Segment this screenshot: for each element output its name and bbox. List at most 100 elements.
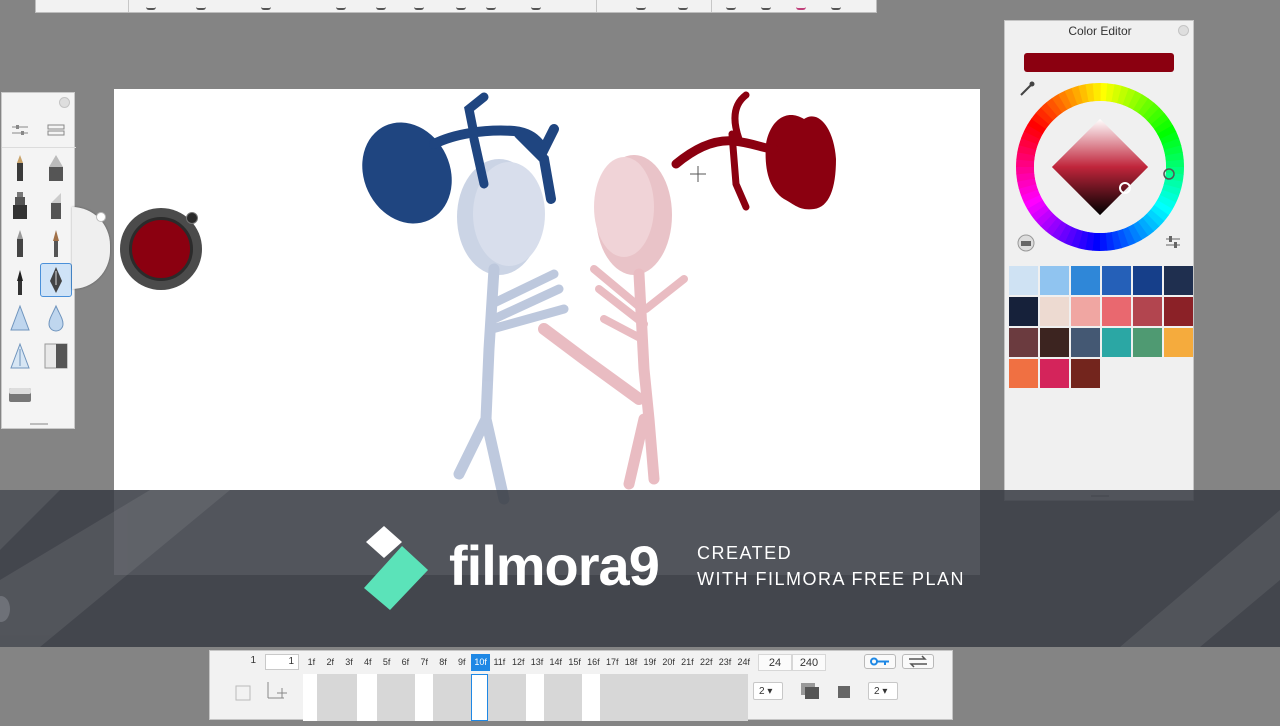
frame-cell[interactable] xyxy=(433,674,471,721)
frame-label[interactable]: 16f xyxy=(584,654,603,671)
color-swatch[interactable] xyxy=(1040,359,1069,388)
symmetry-tool-icon[interactable] xyxy=(486,0,496,10)
color-puck[interactable] xyxy=(120,208,202,290)
onion-skin-toggle[interactable] xyxy=(794,680,824,702)
smudge-icon[interactable] xyxy=(4,339,36,373)
palette-grip[interactable] xyxy=(30,423,48,425)
ellipse-tool-icon[interactable] xyxy=(456,0,466,10)
onion-after-select[interactable]: 2 ▾ xyxy=(868,682,898,700)
layers-icon[interactable] xyxy=(726,0,736,10)
color-editor-close-button[interactable] xyxy=(1178,25,1189,36)
color-swatch[interactable] xyxy=(1102,297,1131,326)
loop-button[interactable] xyxy=(902,654,934,669)
fill-tool-icon[interactable] xyxy=(336,0,346,10)
color-swatch[interactable] xyxy=(1133,328,1162,357)
frame-label[interactable]: 18f xyxy=(622,654,641,671)
pencil-icon[interactable] xyxy=(4,151,36,185)
color-sliders-icon[interactable] xyxy=(1165,234,1181,255)
brush-settings-icon[interactable] xyxy=(4,113,36,147)
color-swatch[interactable] xyxy=(1040,297,1069,326)
ballpoint-pen-icon[interactable] xyxy=(4,227,36,261)
copic-icon[interactable] xyxy=(831,0,841,10)
onion-color-icon[interactable] xyxy=(834,682,854,700)
eraser-icon[interactable] xyxy=(4,377,36,411)
frame-label[interactable]: 17f xyxy=(603,654,622,671)
frame-cell[interactable] xyxy=(317,674,357,721)
frame-cell[interactable] xyxy=(415,674,433,721)
keyframe-button[interactable] xyxy=(864,654,896,669)
frame-label[interactable]: 5f xyxy=(377,654,396,671)
frame-cell[interactable] xyxy=(377,674,415,721)
palette-close-button[interactable] xyxy=(59,97,70,108)
frame-label[interactable]: 4f xyxy=(358,654,377,671)
frame-label[interactable]: 1f xyxy=(302,654,321,671)
crop-tool-icon[interactable] xyxy=(261,0,271,10)
frame-cell[interactable] xyxy=(600,674,748,721)
color-wheel[interactable] xyxy=(1016,83,1184,251)
color-wheel-icon[interactable] xyxy=(796,0,806,10)
perspective-tool-icon[interactable] xyxy=(531,0,541,10)
color-swatch[interactable] xyxy=(1133,297,1162,326)
frame-label[interactable]: 15f xyxy=(565,654,584,671)
color-swatch[interactable] xyxy=(1071,266,1100,295)
color-swatch[interactable] xyxy=(1164,328,1193,357)
frame-label[interactable]: 3f xyxy=(340,654,359,671)
lasso-tool-icon[interactable] xyxy=(196,0,206,10)
fine-brush-icon[interactable] xyxy=(4,265,36,299)
fps-field[interactable]: 24 xyxy=(758,654,792,671)
color-swatch[interactable] xyxy=(1009,297,1038,326)
color-swatch[interactable] xyxy=(1009,328,1038,357)
color-swatch[interactable] xyxy=(1071,297,1100,326)
color-swatch[interactable] xyxy=(1040,266,1069,295)
brush-library-icon[interactable] xyxy=(761,0,771,10)
transform-tool-icon[interactable] xyxy=(146,0,156,10)
frame-label[interactable]: 20f xyxy=(659,654,678,671)
frame-label[interactable]: 8f xyxy=(434,654,453,671)
frame-cell[interactable] xyxy=(303,674,317,721)
text-tool-icon[interactable] xyxy=(376,0,386,10)
airbrush-icon[interactable] xyxy=(4,301,36,335)
frame-label[interactable]: 19f xyxy=(640,654,659,671)
gradient-eraser-icon[interactable] xyxy=(40,339,72,373)
frame-label[interactable]: 12f xyxy=(509,654,528,671)
brush-size-puck[interactable] xyxy=(72,207,110,289)
color-swatch[interactable] xyxy=(1009,359,1038,388)
redo-icon[interactable] xyxy=(678,0,688,10)
paintbrush-icon[interactable] xyxy=(40,227,72,261)
frame-cell[interactable] xyxy=(526,674,544,721)
color-swatch[interactable] xyxy=(1040,328,1069,357)
ink-pen-icon[interactable] xyxy=(40,151,72,185)
onion-before-select[interactable]: 2 ▾ xyxy=(753,682,783,700)
frame-label[interactable]: 14f xyxy=(546,654,565,671)
frame-label[interactable]: 9f xyxy=(452,654,471,671)
color-swatch[interactable] xyxy=(1102,328,1131,357)
frame-label[interactable]: 2f xyxy=(321,654,340,671)
frame-label[interactable]: 13f xyxy=(528,654,547,671)
current-start-field[interactable]: 1 xyxy=(265,654,299,670)
frame-label[interactable]: 11f xyxy=(490,654,509,671)
frame-label[interactable]: 22f xyxy=(697,654,716,671)
frame-label[interactable]: 10f xyxy=(471,654,490,671)
frame-cell[interactable] xyxy=(357,674,377,721)
color-swatch[interactable] xyxy=(1071,359,1100,388)
brush-list-icon[interactable] xyxy=(40,113,72,147)
total-frames-field[interactable]: 240 xyxy=(792,654,826,671)
ruler-tool-icon[interactable] xyxy=(414,0,424,10)
marker-icon[interactable] xyxy=(4,189,36,223)
color-swatch[interactable] xyxy=(1133,266,1162,295)
frame-cell[interactable] xyxy=(582,674,600,721)
frame-cell[interactable] xyxy=(488,674,526,721)
blur-drop-icon[interactable] xyxy=(40,301,72,335)
chisel-marker-icon[interactable] xyxy=(40,189,72,223)
undo-icon[interactable] xyxy=(636,0,646,10)
frame-label[interactable]: 21f xyxy=(678,654,697,671)
frame-cell[interactable] xyxy=(544,674,582,721)
color-swatch[interactable] xyxy=(1102,266,1131,295)
color-swatch[interactable] xyxy=(1009,266,1038,295)
color-swatch[interactable] xyxy=(1164,266,1193,295)
color-mode-icon[interactable] xyxy=(1017,234,1035,257)
color-swatch[interactable] xyxy=(1164,297,1193,326)
color-swatch[interactable] xyxy=(1071,328,1100,357)
fountain-pen-icon[interactable] xyxy=(40,263,72,297)
frame-label[interactable]: 7f xyxy=(415,654,434,671)
